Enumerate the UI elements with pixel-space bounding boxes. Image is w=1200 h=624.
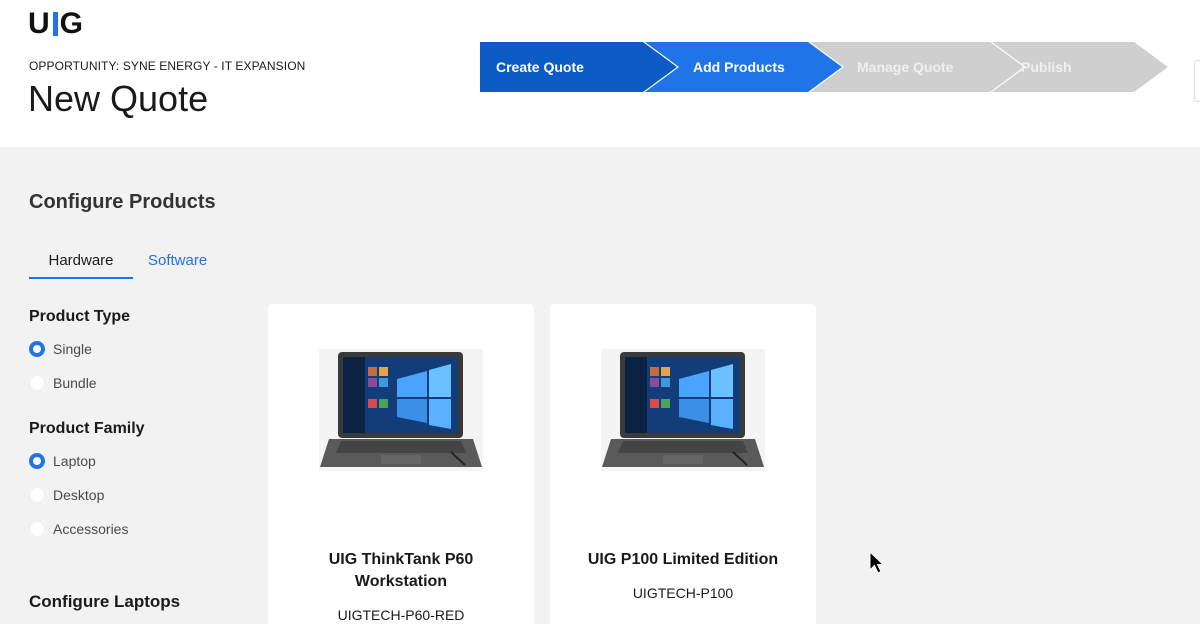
radio-label: Bundle: [53, 375, 97, 391]
product-sku: UIGTECH-P60-RED: [337, 607, 465, 623]
radio-single[interactable]: Single: [29, 339, 92, 359]
mouse-cursor-icon: [869, 551, 885, 574]
step-create-quote[interactable]: Create Quote: [496, 59, 584, 75]
product-family-heading: Product Family: [29, 420, 145, 437]
product-name[interactable]: UIG P100 Limited Edition: [550, 549, 816, 571]
product-card[interactable]: UIG ThinkTank P60 Workstation UIGTECH-P6…: [268, 304, 534, 624]
radio-accessories[interactable]: Accessories: [29, 519, 128, 539]
laptop-image: [319, 349, 483, 471]
product-name-line2[interactable]: Workstation: [268, 571, 534, 593]
quote-stepper: Create Quote Add Products Manage Quote P…: [480, 42, 1180, 92]
page-title: New Quote: [28, 78, 209, 119]
page-header: UG OPPORTUNITY: SYNE ENERGY - IT EXPANSI…: [0, 0, 1200, 147]
stepper-arrows: [480, 42, 1168, 92]
uig-logo[interactable]: UG: [28, 7, 84, 40]
radio-label: Accessories: [53, 521, 129, 537]
radio-laptop[interactable]: Laptop: [29, 451, 96, 471]
step-manage-quote[interactable]: Manage Quote: [857, 59, 953, 75]
step-publish[interactable]: Publish: [1021, 59, 1072, 75]
tab-software[interactable]: Software: [148, 246, 207, 279]
step-add-products[interactable]: Add Products: [693, 59, 785, 75]
laptop-image: [601, 349, 765, 471]
radio-unselected-icon: [29, 375, 45, 391]
tab-hardware[interactable]: Hardware: [29, 246, 133, 279]
radio-label: Laptop: [53, 453, 96, 469]
radio-unselected-icon: [29, 487, 45, 503]
radio-label: Desktop: [53, 487, 105, 503]
side-panel-handle[interactable]: [1194, 60, 1200, 102]
radio-label: Single: [53, 341, 92, 357]
product-type-heading: Product Type: [29, 308, 131, 325]
radio-desktop[interactable]: Desktop: [29, 485, 104, 505]
radio-selected-icon: [29, 341, 45, 357]
logo-bar-icon: [52, 12, 58, 36]
radio-selected-icon: [29, 453, 45, 469]
radio-bundle[interactable]: Bundle: [29, 373, 97, 393]
section-title: Configure Products: [29, 191, 216, 213]
product-sku: UIGTECH-P100: [632, 585, 734, 601]
opportunity-label: OPPORTUNITY: SYNE ENERGY - IT EXPANSION: [29, 59, 306, 73]
radio-unselected-icon: [29, 521, 45, 537]
product-name[interactable]: UIG ThinkTank P60: [268, 549, 534, 571]
product-card[interactable]: UIG P100 Limited Edition UIGTECH-P100: [550, 304, 816, 624]
configure-laptops-heading: Configure Laptops: [29, 592, 181, 611]
